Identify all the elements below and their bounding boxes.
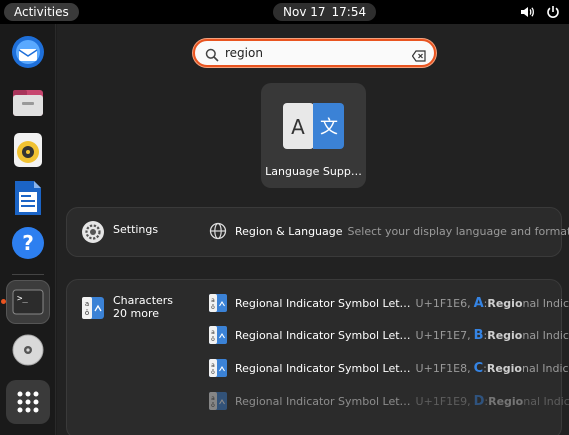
svg-text:a: a [211,329,215,336]
disc-icon[interactable] [6,328,50,372]
clock-button[interactable]: Nov 17 17:54 [273,3,377,21]
power-icon[interactable] [545,4,561,20]
help-icon[interactable]: ? [6,221,50,265]
search-input[interactable] [225,44,395,62]
svg-text:ö: ö [211,369,215,376]
result-title: Regional Indicator Symbol Let… [235,394,411,408]
svg-text:ö: ö [211,336,215,343]
show-apps-icon [17,391,39,413]
character-result[interactable]: aö Regional Indicator Symbol Let… U+1F1E… [209,390,569,412]
globe-icon [209,222,227,240]
volume-icon[interactable] [519,4,535,20]
result-title: Regional Indicator Symbol Let… [235,296,411,310]
result-highlight: Regio [486,361,522,375]
libreoffice-writer-icon[interactable] [6,176,50,220]
characters-icon: aö [209,359,227,377]
result-code: U+1F1E7, [415,328,471,342]
result-title: Regional Indicator Symbol Let… [235,361,411,375]
characters-icon[interactable]: aö [81,296,105,320]
overview: A 文 Language Supp… Settings Region & Lan… [57,24,569,435]
result-highlight: Regio [488,394,524,408]
region-language-result[interactable]: Region & Language Select your display la… [209,220,569,242]
clock-date: Nov 17 [283,5,326,19]
characters-more-count[interactable]: 20 more [113,307,159,320]
result-title: Regional Indicator Symbol Let… [235,328,411,342]
characters-icon: aö [209,294,227,312]
result-highlight: Regio [487,328,523,342]
rhythmbox-icon[interactable] [6,128,50,172]
result-rest: nal Indica… [522,296,569,310]
svg-text:ö: ö [211,304,215,311]
characters-icon: aö [209,326,227,344]
result-rest: nal Indica… [522,328,569,342]
result-rest: nal Indica… [523,394,569,408]
files-icon[interactable] [6,80,50,124]
result-code: U+1F1E6, [415,296,471,310]
dock-separator [12,274,44,275]
svg-text:a: a [85,300,89,308]
result-letter: D [473,393,485,409]
clock-time: 17:54 [331,5,367,19]
search-box[interactable] [193,39,436,67]
result-description: Select your display language and formats [347,224,569,238]
svg-text:a: a [211,362,215,369]
result-rest: nal Indica… [522,361,569,375]
character-result[interactable]: aö Regional Indicator Symbol Let… U+1F1E… [209,324,569,346]
app-label: Language Supp… [265,165,362,178]
svg-text:a: a [211,395,215,402]
settings-results-panel: Settings Region & Language Select your d… [66,207,569,257]
settings-provider-name: Settings [113,223,159,236]
character-result[interactable]: aö Regional Indicator Symbol Let… U+1F1E… [209,292,569,314]
result-letter: C [473,360,484,376]
top-bar: Activities Nov 17 17:54 [0,0,569,24]
thunderbird-icon[interactable] [6,30,50,74]
result-letter: B [473,327,484,343]
result-code: U+1F1E9, [415,394,471,408]
svg-text:A: A [291,115,305,139]
language-support-icon: A 文 [283,103,344,149]
activities-button[interactable]: Activities [4,3,79,21]
clear-search-icon[interactable] [411,47,426,62]
dock: ? >_ [0,24,56,435]
show-apps-button[interactable] [6,380,50,424]
character-result[interactable]: aö Regional Indicator Symbol Let… U+1F1E… [209,357,569,379]
result-title: Region & Language [235,224,343,238]
characters-provider-name: Characters [113,294,174,307]
svg-text:a: a [211,297,215,304]
svg-text:文: 文 [320,117,338,138]
characters-icon: aö [209,392,227,410]
svg-text:ö: ö [85,309,89,317]
svg-text:ö: ö [211,402,215,409]
result-letter: A [473,295,484,311]
settings-gear-icon[interactable] [81,220,105,244]
terminal-icon[interactable]: >_ [6,280,50,324]
characters-results-panel: aö Characters 20 more aö Regional Indica… [66,279,569,435]
svg-text:?: ? [22,231,34,255]
search-icon [205,47,219,62]
svg-text:>_: >_ [17,294,28,304]
system-tray[interactable] [519,4,561,20]
result-code: U+1F1E8, [415,361,471,375]
result-highlight: Regio [487,296,523,310]
language-support-app[interactable]: A 文 Language Supp… [261,83,366,188]
